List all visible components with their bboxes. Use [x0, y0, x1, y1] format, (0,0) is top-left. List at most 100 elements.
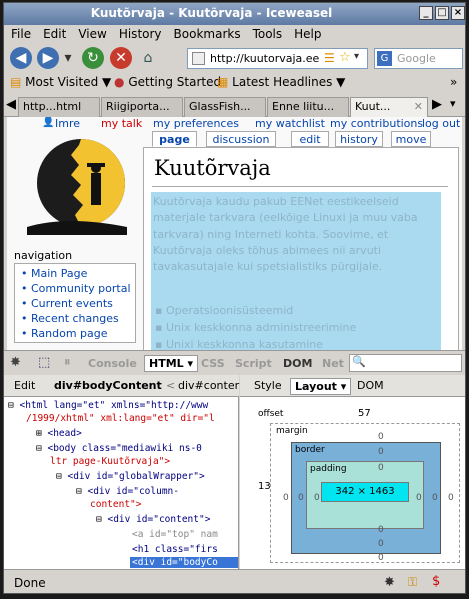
nav-link[interactable]: Recent changes [31, 312, 119, 325]
tree-node-text[interactable]: <div id="content"> [107, 514, 210, 525]
menu-file[interactable]: File [4, 25, 36, 41]
minimize-button[interactable]: _ [419, 6, 433, 20]
tab-dom[interactable]: DOM [283, 357, 312, 370]
tab-net[interactable]: Net [322, 357, 344, 370]
menu-view[interactable]: View [71, 25, 111, 41]
tab-3[interactable]: GlassFish... [184, 97, 266, 117]
nav-link[interactable]: Current events [31, 297, 113, 310]
url-bar[interactable]: http://kuutorvaja.eene ☰ ☆ ▾ [187, 48, 368, 69]
addon-icon[interactable]: $ [432, 574, 440, 589]
userlink-contributions[interactable]: my contributions [330, 117, 423, 130]
forward-button[interactable]: ▶ [37, 47, 59, 69]
url-text[interactable]: http://kuutorvaja.eene [210, 52, 320, 65]
tab-move[interactable]: move [391, 131, 431, 147]
tab-side-dom[interactable]: DOM [357, 379, 384, 392]
history-dropdown-icon[interactable]: ▾ [62, 47, 74, 69]
tab-console[interactable]: Console [88, 357, 137, 370]
tab-layout[interactable]: Layout ▾ [290, 378, 352, 395]
reload-button[interactable]: ↻ [82, 47, 104, 69]
crumb-content[interactable]: div#conter [178, 379, 239, 392]
nav-random-page[interactable]: • Random page [21, 327, 108, 340]
tab-page[interactable]: page [152, 131, 197, 147]
all-tabs-icon[interactable]: ▾ [450, 97, 456, 110]
menu-tools[interactable]: Tools [246, 25, 288, 41]
userlink-imre[interactable]: Imre [55, 117, 80, 130]
menu-help[interactable]: Help [287, 25, 326, 41]
edit-button[interactable]: Edit [14, 379, 35, 392]
tab-html[interactable]: HTML ▾ [144, 355, 199, 372]
tree-node-text[interactable]: <body class="mediawiki ns-0 [47, 443, 201, 454]
tab-2[interactable]: Riigiporta... [101, 97, 183, 117]
tab-scroll-left-icon[interactable]: ◀ [6, 97, 16, 112]
tree-node-text[interactable]: <head> [47, 428, 81, 439]
bookmark-star-icon[interactable]: ☆ [339, 50, 351, 65]
userlink-talk[interactable]: my talk [101, 117, 142, 130]
tab-scroll-right-icon[interactable]: ▶ [432, 97, 442, 112]
list-item[interactable]: ▪ Unix keskkonna administreerimine [155, 321, 356, 334]
list-item-label[interactable]: Unix keskkonna administreerimine [166, 321, 356, 334]
nav-current-events[interactable]: • Current events [21, 297, 113, 310]
tree-node-a-top[interactable]: <a id="top" nam [132, 529, 218, 540]
tree-node-bodycontent-selected[interactable]: <div id="bodyCo [130, 557, 238, 568]
tree-node-text[interactable]: <h1 class="firs [132, 544, 218, 555]
list-item-label[interactable]: Unixi keskkonna kasutamine [166, 338, 323, 350]
tree-node-text[interactable]: <a id="top" nam [132, 529, 218, 540]
tree-node-text[interactable]: <html lang="et" xmlns="http://www [19, 400, 208, 411]
close-tab-icon[interactable]: ✕ [414, 98, 423, 116]
collapse-icon[interactable]: ⊟ [56, 471, 62, 482]
tab-css[interactable]: CSS [201, 357, 225, 370]
back-button[interactable]: ◀ [10, 47, 32, 69]
firebug-search-input[interactable]: 🔍 [349, 354, 462, 372]
pause-icon[interactable]: ⏸ [64, 355, 71, 370]
tree-node-text[interactable]: <div id="globalWrapper"> [67, 471, 204, 482]
crumb-bodycontent[interactable]: div#bodyContent [54, 379, 162, 392]
firebug-icon[interactable]: ✸ [10, 355, 21, 370]
nav-link[interactable]: Community portal [31, 282, 131, 295]
tree-node-text[interactable]: <div id="column- [87, 486, 179, 497]
bookmark-most-visited[interactable]: ▤ Most Visited ▼ [10, 75, 111, 89]
userlink-preferences[interactable]: my preferences [153, 117, 239, 130]
tab-4[interactable]: Enne liitu... [267, 97, 349, 117]
collapse-icon[interactable]: ⊟ [96, 514, 102, 525]
menu-bookmarks[interactable]: Bookmarks [167, 25, 246, 41]
menu-history[interactable]: History [112, 25, 167, 41]
tree-node-globalwrapper[interactable]: ⊟ <div id="globalWrapper"> [56, 471, 205, 482]
list-item[interactable]: ▪ Unixi keskkonna kasutamine [155, 338, 323, 350]
google-engine-icon[interactable]: G [377, 51, 392, 66]
userlink-watchlist[interactable]: my watchlist [255, 117, 325, 130]
tab-script[interactable]: Script [235, 357, 272, 370]
collapse-icon[interactable]: ⊟ [36, 443, 42, 454]
tab-discussion[interactable]: discussion [206, 131, 276, 147]
tree-node-h1[interactable]: <h1 class="firs [132, 544, 218, 555]
tree-node-content[interactable]: ⊟ <div id="content"> [96, 514, 210, 525]
tab-5-active[interactable]: Kuut... ✕ [350, 97, 428, 117]
nav-link[interactable]: Main Page [31, 267, 87, 280]
tree-node-head[interactable]: ⊞ <head> [36, 428, 82, 439]
nav-link[interactable]: Random page [31, 327, 108, 340]
bookmark-getting-started[interactable]: ● Getting Started [114, 75, 221, 89]
menu-edit[interactable]: Edit [36, 25, 71, 41]
firebug-status-icon[interactable]: ✸ [384, 575, 395, 590]
nav-recent-changes[interactable]: • Recent changes [21, 312, 119, 325]
close-window-button[interactable]: × [451, 6, 465, 20]
nav-main-page[interactable]: • Main Page [21, 267, 87, 280]
search-box[interactable]: G Google [374, 48, 463, 69]
collapse-icon[interactable]: ⊟ [8, 400, 14, 411]
nav-community-portal[interactable]: • Community portal [21, 282, 131, 295]
userlink-logout[interactable]: log out [422, 117, 460, 130]
expand-icon[interactable]: ⊞ [36, 428, 42, 439]
bookmark-latest-headlines[interactable]: ▦ Latest Headlines ▼ [217, 75, 345, 89]
tab-style[interactable]: Style [254, 379, 282, 392]
home-button[interactable]: ⌂ [137, 47, 159, 69]
tab-1[interactable]: http...html [18, 97, 100, 117]
tree-node-column-content[interactable]: ⊟ <div id="column- [76, 486, 179, 497]
collapse-icon[interactable]: ⊟ [76, 486, 82, 497]
tab-edit[interactable]: edit [291, 131, 329, 147]
lock-icon[interactable]: ⚿ [408, 575, 417, 590]
maximize-button[interactable]: □ [435, 6, 449, 20]
bookmarks-overflow-icon[interactable]: » [450, 75, 457, 89]
tab-history[interactable]: history [335, 131, 383, 147]
rss-icon[interactable]: ☰ [324, 51, 335, 65]
tree-node-body[interactable]: ⊟ <body class="mediawiki ns-0 [36, 443, 202, 454]
list-item-label[interactable]: Operatsioonisüsteemid [166, 304, 293, 317]
